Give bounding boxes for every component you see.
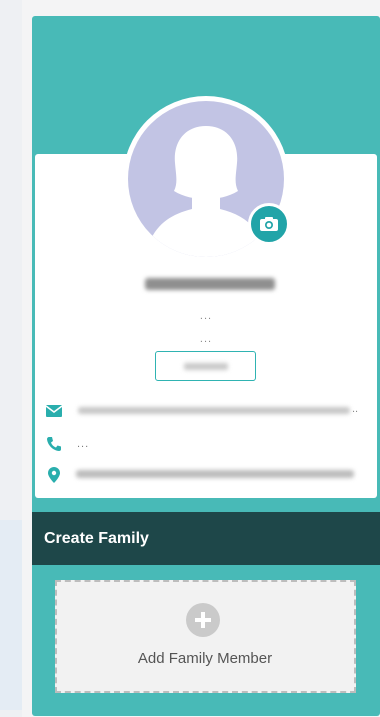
- left-strip-accent: [0, 520, 22, 710]
- change-photo-button[interactable]: [248, 203, 290, 245]
- plus-icon: [186, 603, 220, 637]
- contact-phone-row: ...: [45, 434, 365, 454]
- map-pin-icon: [45, 466, 63, 484]
- profile-detail-2: ...: [199, 333, 213, 345]
- add-family-member-label: Add Family Member: [137, 650, 273, 667]
- envelope-icon: [45, 402, 63, 420]
- camera-icon: [260, 217, 278, 231]
- profile-name-redacted: [145, 278, 275, 290]
- create-family-header[interactable]: Create Family: [32, 512, 380, 565]
- create-family-title: Create Family: [44, 529, 149, 547]
- phone-icon: [45, 435, 63, 453]
- profile-detail-1: ...: [199, 310, 213, 322]
- contact-email-suffix: ..: [352, 403, 359, 415]
- contact-address-redacted: [76, 470, 354, 478]
- contact-phone-text: ...: [77, 438, 90, 450]
- contact-email-redacted: [78, 407, 350, 414]
- add-family-member-button[interactable]: Add Family Member: [55, 580, 356, 693]
- profile-action-button[interactable]: [155, 351, 256, 381]
- profile-action-label-redacted: [184, 363, 228, 370]
